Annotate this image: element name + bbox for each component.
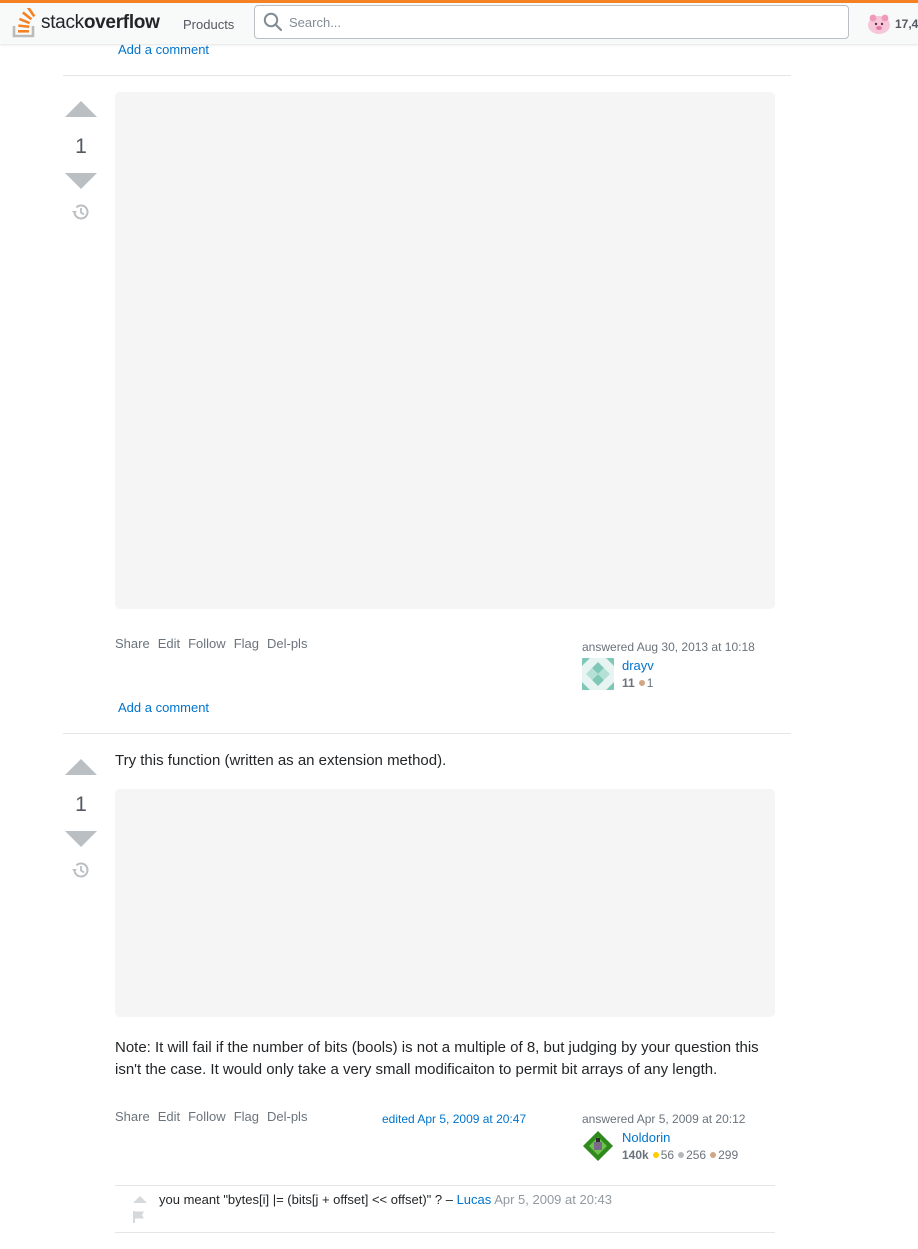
upvote-button[interactable] — [65, 101, 97, 117]
user-reputation: 17,4 — [895, 17, 918, 31]
delete-vote-link[interactable]: Del-pls — [267, 636, 307, 651]
answer-divider — [63, 75, 791, 76]
flag-link[interactable]: Flag — [234, 636, 259, 651]
comment-flag-icon[interactable] — [132, 1210, 146, 1224]
user-reputation: 140k — [622, 1147, 649, 1162]
edited-timestamp-link[interactable]: edited Apr 5, 2009 at 20:47 — [382, 1112, 526, 1126]
vote-count: 1 — [75, 793, 87, 816]
bronze-badges: 299 — [710, 1148, 738, 1162]
downvote-button[interactable] — [65, 173, 97, 189]
code-block — [115, 92, 775, 609]
silver-badges: 256 — [678, 1148, 706, 1162]
code-block — [115, 789, 775, 1017]
share-link[interactable]: Share — [115, 636, 150, 651]
delete-vote-link[interactable]: Del-pls — [267, 1109, 307, 1124]
comment-item: you meant "bytes[i] |= (bits[j + offset]… — [115, 1185, 775, 1233]
follow-link[interactable]: Follow — [188, 636, 226, 651]
products-menu-button[interactable]: Products — [172, 9, 245, 39]
user-flair: 140k 56 256 299 — [622, 1148, 742, 1162]
answered-timestamp[interactable]: answered Apr 5, 2009 at 20:12 — [582, 1112, 772, 1126]
user-avatar[interactable] — [582, 1130, 614, 1162]
answer-intro-text: Try this function (written as an extensi… — [115, 752, 447, 769]
follow-link[interactable]: Follow — [188, 1109, 226, 1124]
user-card: answered Aug 30, 2013 at 10:18 drayv 11 … — [582, 640, 772, 690]
comment-upvote-icon[interactable] — [132, 1194, 148, 1204]
top-bar: stackoverflow Products 17,4 — [0, 0, 918, 44]
answer-divider — [63, 733, 791, 734]
search-input[interactable] — [289, 14, 829, 30]
user-flair: 11 1 — [622, 676, 657, 690]
user-card: answered Apr 5, 2009 at 20:12 Noldorin 1… — [582, 1112, 772, 1162]
user-profile-link[interactable]: 17,4 — [866, 9, 918, 39]
answer-note-text: Note: It will fail if the number of bits… — [115, 1039, 759, 1078]
stackoverflow-logo[interactable]: stackoverflow — [12, 5, 160, 41]
downvote-button[interactable] — [65, 831, 97, 847]
comment-author-link[interactable]: Lucas — [457, 1192, 492, 1207]
flag-link[interactable]: Flag — [234, 1109, 259, 1124]
answered-timestamp[interactable]: answered Aug 30, 2013 at 10:18 — [582, 640, 772, 654]
comment-body: you meant "bytes[i] |= (bits[j + offset]… — [159, 1192, 453, 1207]
user-avatar[interactable] — [582, 658, 614, 690]
vote-count: 1 — [75, 135, 87, 158]
comment-text: you meant "bytes[i] |= (bits[j + offset]… — [159, 1192, 612, 1207]
edit-link[interactable]: Edit — [158, 1109, 180, 1124]
search-box[interactable] — [254, 5, 849, 39]
user-reputation: 11 — [622, 675, 635, 690]
bronze-badges: 1 — [638, 676, 653, 690]
gold-badges: 56 — [652, 1148, 674, 1162]
edit-link[interactable]: Edit — [158, 636, 180, 651]
user-avatar — [868, 14, 890, 34]
history-icon[interactable] — [70, 859, 92, 881]
vote-cell: 1 — [63, 759, 99, 881]
history-icon[interactable] — [70, 201, 92, 223]
post-menu: Share Edit Follow Flag Del-pls — [115, 636, 307, 651]
add-comment-link[interactable]: Add a comment — [118, 700, 209, 715]
vote-cell: 1 — [63, 101, 99, 223]
post-menu: Share Edit Follow Flag Del-pls — [115, 1109, 307, 1124]
upvote-button[interactable] — [65, 759, 97, 775]
search-icon — [263, 12, 283, 32]
share-link[interactable]: Share — [115, 1109, 150, 1124]
user-name-link[interactable]: Noldorin — [622, 1130, 742, 1146]
add-comment-link[interactable]: Add a comment — [118, 42, 209, 57]
stackoverflow-logo-icon — [12, 8, 36, 38]
comment-timestamp[interactable]: Apr 5, 2009 at 20:43 — [494, 1192, 612, 1207]
logo-text: stackoverflow — [41, 12, 160, 33]
user-name-link[interactable]: drayv — [622, 658, 657, 674]
